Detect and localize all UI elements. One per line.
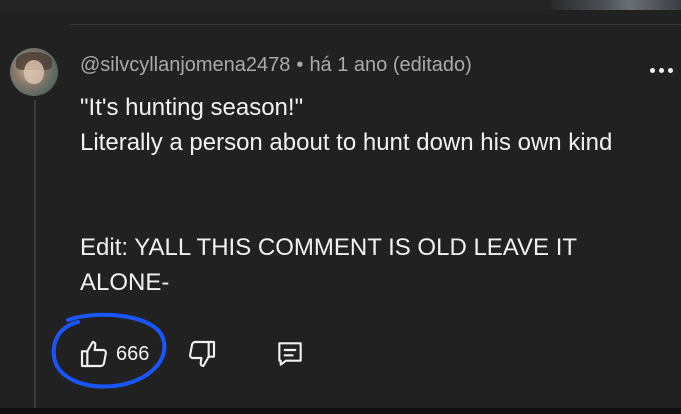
thumbs-down-icon[interactable] [186, 338, 218, 370]
avatar-face [24, 60, 44, 84]
bottom-edge [0, 408, 681, 414]
comment-blank-lines [80, 160, 670, 230]
comment-timestamp: há 1 ano (editado) [309, 54, 472, 76]
comment-author[interactable]: @silvcyllanjomena2478 [80, 54, 290, 76]
thumbs-up-icon [80, 340, 107, 368]
more-dot [659, 68, 664, 73]
comment-edit-line-2: ALONE- [80, 269, 170, 296]
more-options-button[interactable] [650, 66, 674, 76]
more-dot [668, 68, 673, 73]
reply-icon[interactable] [274, 338, 306, 370]
header-separator: • [296, 54, 304, 76]
comment-body: "It's hunting season!" Literally a perso… [80, 90, 670, 300]
comment-line-2: Literally a person about to hunt down hi… [80, 129, 613, 156]
like-button[interactable] [78, 334, 110, 374]
annotation-circle [51, 312, 167, 389]
video-thumbnail-edge [551, 0, 681, 10]
reply-thread-line [34, 100, 36, 414]
divider [70, 24, 681, 25]
avatar[interactable] [10, 48, 58, 96]
comment-line-1: "It's hunting season!" [80, 94, 304, 121]
comment-header: @silvcyllanjomena2478 • há 1 ano (editado) [80, 54, 472, 77]
more-vertical-icon [650, 68, 655, 73]
like-count: 666 [116, 343, 150, 365]
comment-edit-line-1: Edit: YALL THIS COMMENT IS OLD LEAVE IT [80, 234, 578, 261]
comment-screen: @silvcyllanjomena2478 • há 1 ano (editado)… [0, 0, 681, 414]
